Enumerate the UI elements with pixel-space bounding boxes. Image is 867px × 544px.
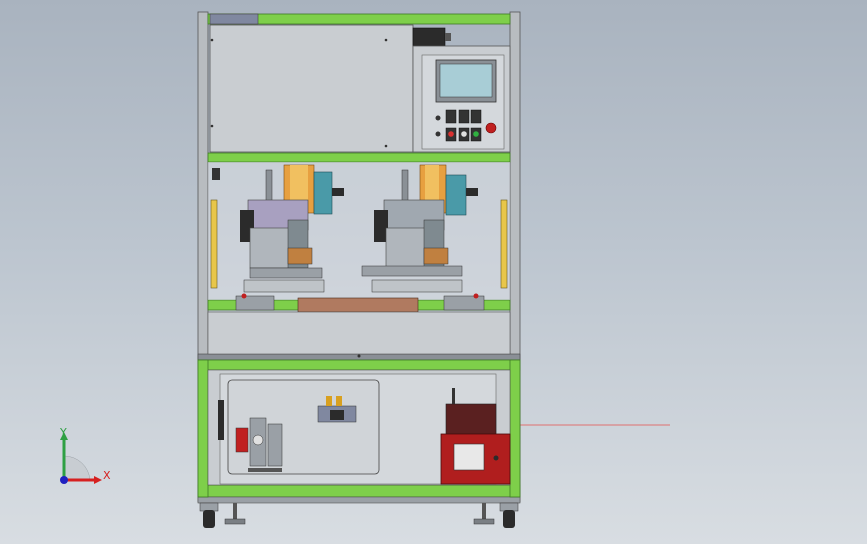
selector-switch[interactable] [445, 109, 457, 124]
right-light-curtain [500, 199, 508, 289]
x-axis-label: X [103, 469, 111, 482]
cable [452, 388, 455, 404]
left-light-curtain [210, 199, 218, 289]
z-axis-dot [60, 476, 68, 484]
reel-hub [445, 174, 467, 216]
reel-knob [332, 188, 344, 196]
screw [384, 38, 388, 42]
screw [384, 144, 388, 148]
valve-coil [326, 396, 332, 406]
upper-middle-rail [207, 152, 511, 163]
screw [357, 354, 361, 358]
red-button[interactable] [448, 131, 454, 137]
machine-assembly-drawing: Y X [59, 11, 670, 528]
cable-duct [218, 400, 224, 440]
lower-right-post [509, 359, 521, 498]
caster-mount [199, 502, 219, 512]
caster-wheel-right [503, 510, 515, 528]
screw [210, 124, 214, 128]
base-plate [197, 496, 521, 504]
shutoff-valve[interactable] [235, 427, 249, 453]
end-stop-left [235, 295, 275, 311]
cad-viewport[interactable]: Y X [0, 0, 867, 544]
lower-left-post [197, 359, 209, 498]
lower-top-rail [197, 359, 521, 371]
frl-bracket [248, 468, 282, 472]
station-base [361, 265, 463, 277]
triad-arc [63, 455, 91, 481]
enclosure-window [453, 443, 485, 471]
pressure-gauge [252, 434, 264, 446]
regulator-bowl [267, 423, 283, 467]
leveling-foot-stem [482, 503, 486, 519]
casters [199, 502, 519, 528]
sensor [212, 168, 220, 180]
selector-switch[interactable] [470, 109, 482, 124]
fixture-plate [243, 279, 325, 293]
indicator-light [435, 131, 441, 137]
fixture-plate [371, 279, 463, 293]
table-skirt [207, 311, 511, 355]
lower-cabinet[interactable] [207, 369, 511, 486]
end-stop-right [443, 295, 485, 311]
top-bracket [209, 13, 259, 25]
indicator-light [435, 115, 441, 121]
transfer-slide [297, 297, 419, 313]
press-body [385, 227, 427, 269]
station-base [249, 267, 323, 279]
hmi-touchscreen[interactable] [435, 59, 497, 103]
motor-unit [412, 27, 446, 47]
valve-coil [336, 396, 342, 406]
hmi-screen[interactable] [439, 63, 493, 98]
reel-hub [313, 171, 333, 215]
x-arrow-head [94, 476, 102, 484]
caster-wheel-left [203, 510, 215, 528]
coordinate-triad: Y X [59, 426, 111, 484]
caster-mount [499, 502, 519, 512]
bottom-rail [197, 484, 521, 498]
leveling-foot-stem [233, 503, 237, 519]
transformer [445, 403, 497, 435]
emergency-stop-button[interactable] [485, 122, 497, 134]
valve-block [330, 410, 344, 420]
motor-shaft [445, 33, 451, 41]
leveling-foot-pad [473, 518, 495, 525]
enclosure-lock[interactable] [493, 455, 499, 461]
press-tool [287, 247, 313, 265]
valve-indicator [241, 293, 247, 299]
selector-switch[interactable] [458, 109, 470, 124]
green-button[interactable] [473, 131, 479, 137]
reel-knob [466, 188, 478, 196]
press-body [249, 227, 291, 269]
upper-cabinet-door [209, 24, 414, 153]
y-axis-label: Y [59, 426, 67, 439]
valve-indicator [473, 293, 479, 299]
white-button[interactable] [461, 131, 467, 137]
screw [210, 38, 214, 42]
leveling-foot-pad [224, 518, 246, 525]
press-tool [423, 247, 449, 265]
